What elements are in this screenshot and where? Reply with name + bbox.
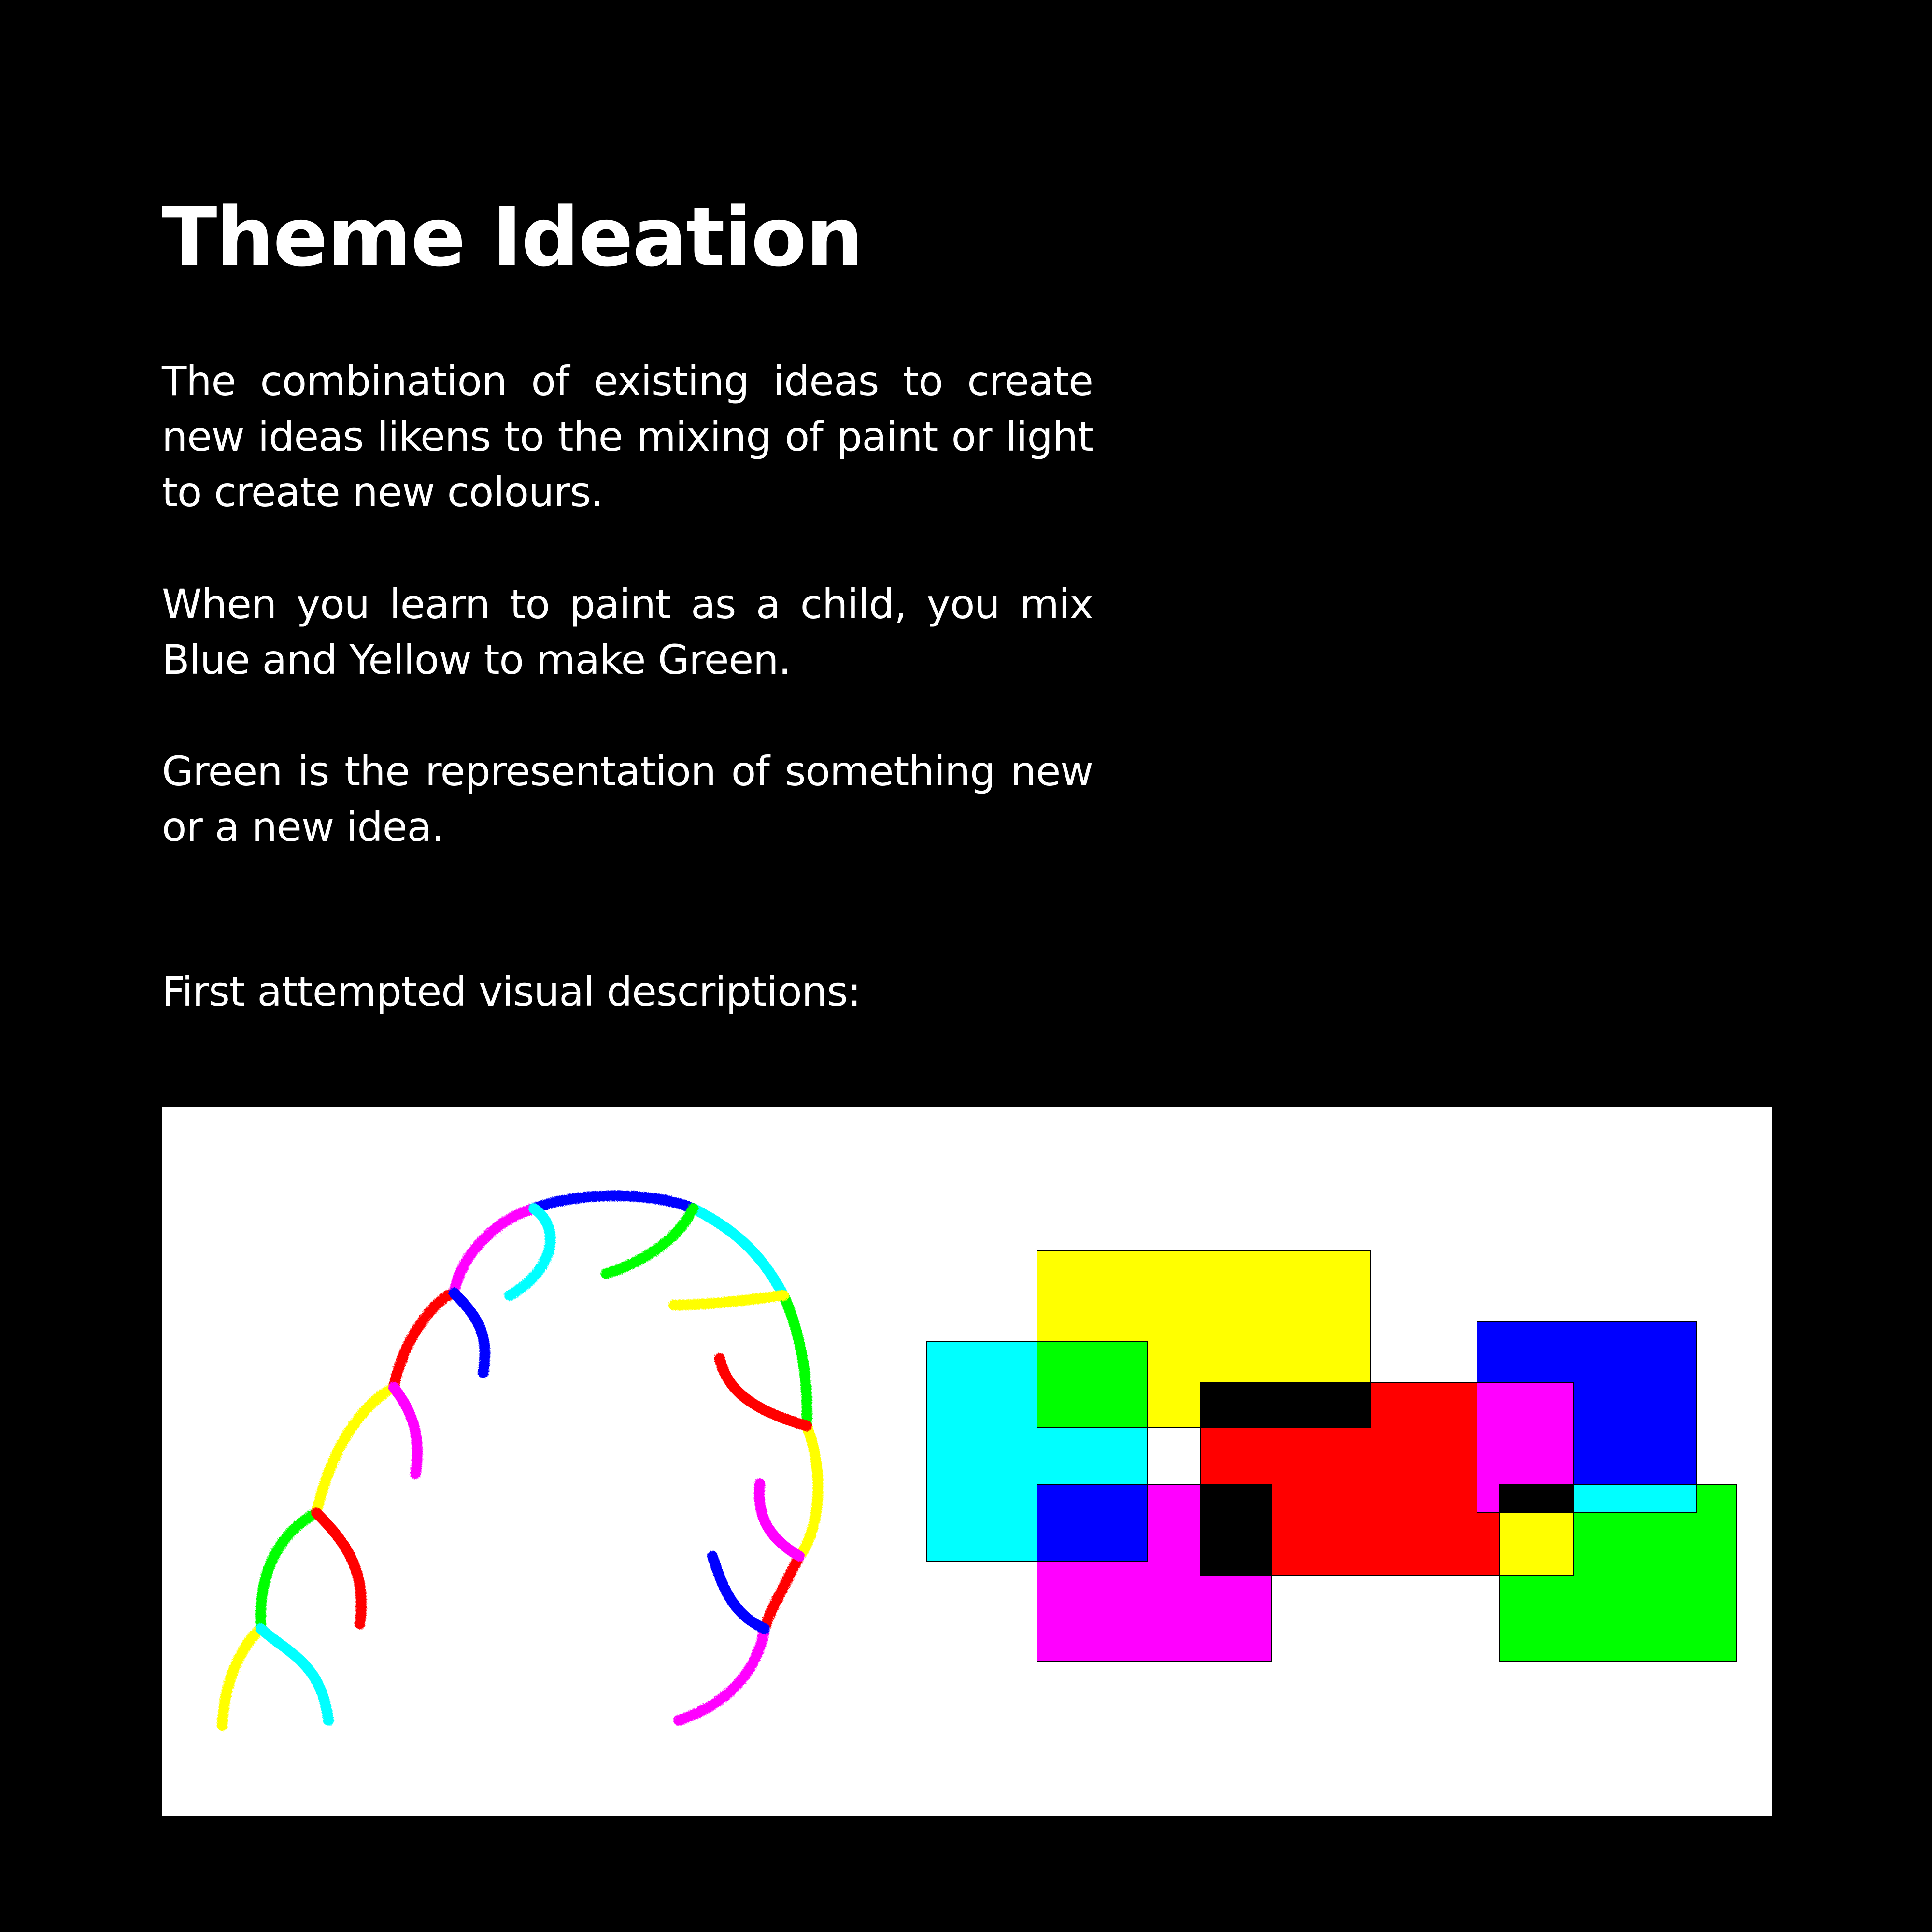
cyan-strip-block: [1573, 1484, 1697, 1513]
blue-overlap-block: [1037, 1484, 1148, 1562]
visual-descriptions-caption: First attempted visual descriptions:: [162, 968, 861, 1015]
green-overlap-block: [1037, 1341, 1148, 1428]
illustration-panel: [162, 1107, 1772, 1816]
black-square-block: [1200, 1484, 1272, 1576]
black-strip-block: [1499, 1484, 1574, 1513]
crayon-arc-sketch: [217, 1190, 824, 1731]
yellow-overlap-block: [1499, 1512, 1574, 1576]
black-band-block: [1200, 1382, 1371, 1428]
paragraph-mixing-blue-yellow: When you learn to paint as a child, you …: [162, 581, 1094, 683]
colour-mixing-rectangles: [926, 1250, 1737, 1662]
page-title: Theme Ideation: [162, 190, 864, 284]
paragraph-combination-of-ideas: The combination of existing ideas to cre…: [162, 357, 1094, 516]
illustration-canvas: [217, 1190, 1737, 1731]
paragraph-green-meaning: Green is the representation of something…: [162, 748, 1094, 851]
